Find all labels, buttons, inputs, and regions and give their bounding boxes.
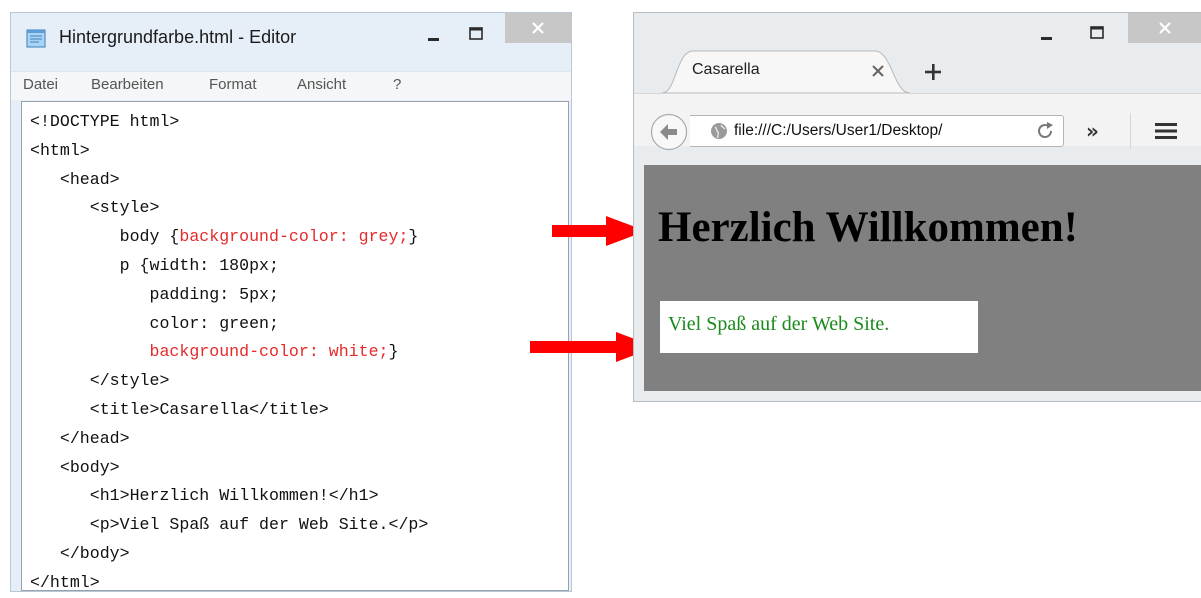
browser-window: Casarella file:///C:/Users/User1/Desktop…	[633, 12, 1201, 402]
code-line: <head>	[30, 169, 120, 189]
code-line: <h1>Herzlich Willkommen!</h1>	[30, 486, 379, 506]
new-tab-icon[interactable]	[924, 63, 942, 81]
minimize-icon[interactable]	[1030, 19, 1064, 47]
menu-ansicht[interactable]: Ansicht	[297, 76, 346, 93]
code-fragment: }	[388, 342, 399, 362]
code-line: <body>	[30, 457, 120, 477]
notepad-titlebar[interactable]: Hintergrundfarbe.html - Editor	[11, 13, 571, 63]
code-line: </style>	[30, 371, 170, 391]
page-heading: Herzlich Willkommen!	[658, 204, 1079, 251]
tab-close-icon[interactable]	[870, 63, 886, 79]
code-line: <style>	[30, 198, 160, 218]
tab-title: Casarella	[692, 61, 760, 78]
maximize-icon[interactable]	[1080, 19, 1114, 47]
hamburger-menu-icon[interactable]	[1154, 121, 1178, 141]
minimize-icon[interactable]	[417, 21, 451, 49]
code-line: padding: 5px;	[30, 284, 279, 304]
maximize-icon[interactable]	[459, 21, 493, 49]
code-line: </html>	[30, 572, 100, 592]
rendered-page: Herzlich Willkommen! Viel Spaß auf der W…	[644, 165, 1201, 391]
code-fragment: body {	[30, 227, 180, 247]
notepad-text-area[interactable]: <!DOCTYPE html> <html> <head> <style> bo…	[21, 101, 569, 592]
code-line: <title>Casarella</title>	[30, 399, 329, 419]
notepad-title: Hintergrundfarbe.html - Editor	[59, 27, 297, 47]
menu-format[interactable]: Format	[209, 76, 257, 93]
close-icon	[1159, 22, 1171, 34]
code-listing: <!DOCTYPE html> <html> <head> <style> bo…	[30, 108, 428, 598]
page-paragraph: Viel Spaß auf der Web Site.	[660, 301, 978, 353]
menu-help[interactable]: ?	[393, 76, 401, 93]
close-button[interactable]	[505, 13, 571, 43]
menu-bearbeiten[interactable]: Bearbeiten	[91, 76, 164, 93]
back-icon[interactable]	[650, 113, 688, 151]
code-fragment: }	[408, 227, 419, 247]
code-line: body {background-color: grey;}	[30, 227, 419, 247]
code-line: </body>	[30, 543, 130, 563]
overflow-icon[interactable]: »	[1086, 119, 1099, 143]
reload-icon[interactable]	[1036, 121, 1056, 141]
close-button[interactable]	[1128, 13, 1201, 43]
code-line: color: green;	[30, 313, 279, 333]
code-line: </head>	[30, 428, 130, 448]
highlighted-code: background-color: grey;	[179, 227, 409, 247]
highlighted-code: background-color: white;	[149, 342, 389, 362]
code-fragment	[30, 342, 150, 361]
code-line: <html>	[30, 140, 90, 160]
toolbar-divider	[1130, 113, 1131, 149]
globe-icon	[711, 123, 727, 139]
notepad-icon	[26, 29, 46, 48]
notepad-menubar: Datei Bearbeiten Format Ansicht ?	[11, 71, 571, 100]
url-text: file:///C:/Users/User1/Desktop/	[734, 122, 943, 139]
code-line: <!DOCTYPE html>	[30, 112, 180, 131]
code-line: p {width: 180px;	[30, 255, 279, 275]
menu-datei[interactable]: Datei	[23, 76, 58, 93]
close-icon	[532, 22, 544, 34]
notepad-window: Hintergrundfarbe.html - Editor Datei Bea…	[10, 12, 572, 592]
code-line: background-color: white;}	[30, 342, 399, 362]
code-line: <p>Viel Spaß auf der Web Site.</p>	[30, 515, 429, 535]
